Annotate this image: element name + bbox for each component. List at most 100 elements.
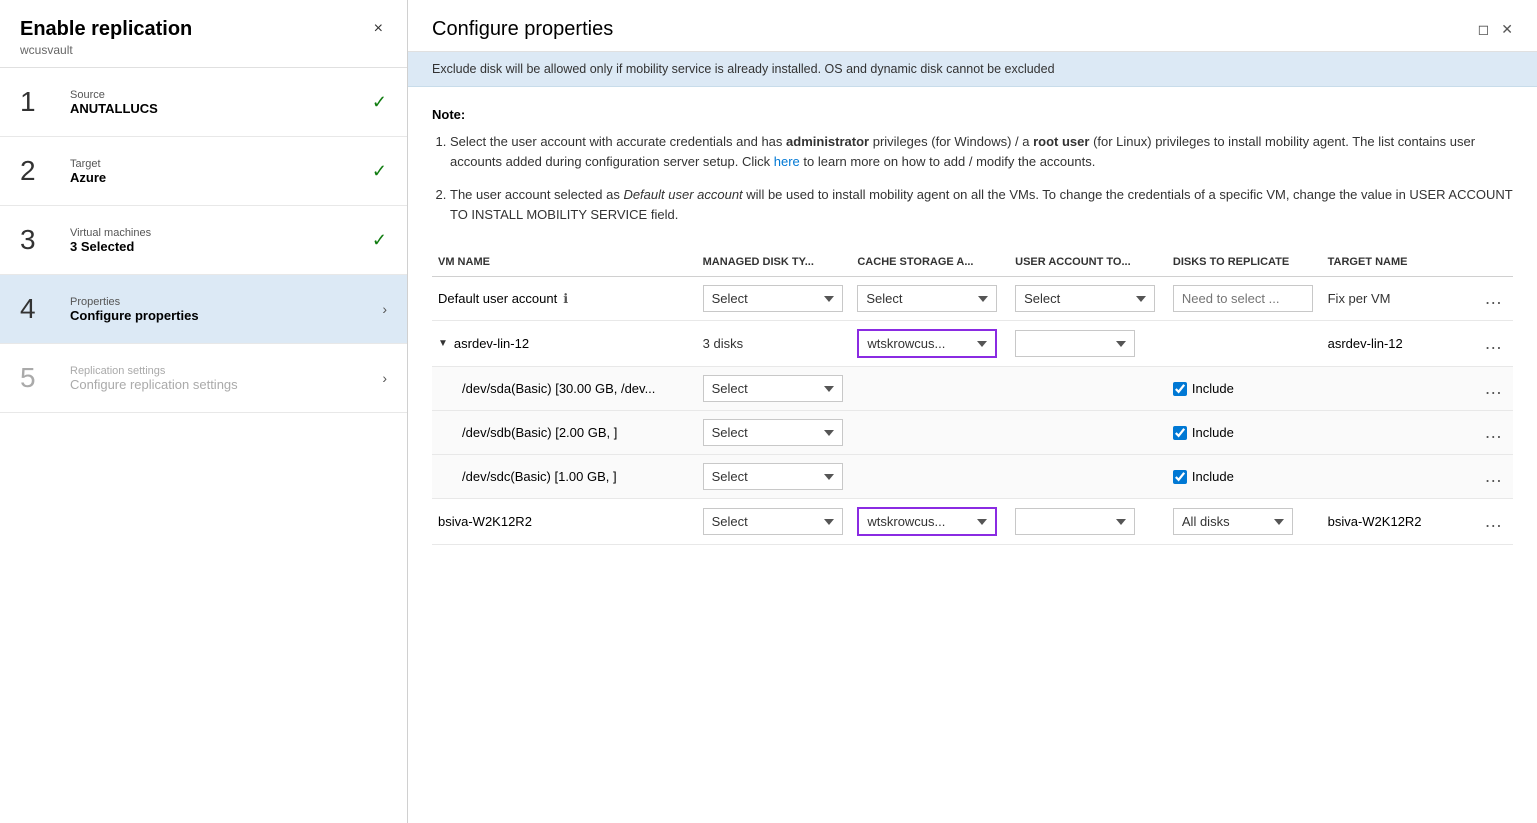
bsiva-cache-dropdown[interactable]: wtskrowcus... <box>857 507 997 536</box>
note-title: Note: <box>432 107 1513 122</box>
step-1[interactable]: 1 Source ANUTALLUCS ✓ <box>0 68 407 137</box>
maximize-button[interactable]: ◻ <box>1478 21 1490 38</box>
default-cache-storage-dropdown[interactable]: Select <box>857 285 997 312</box>
default-dots-cell: … <box>1474 277 1513 321</box>
disk-sda-managed-dropdown[interactable]: Select <box>703 375 843 402</box>
disk-sdb-include-label: Include <box>1192 425 1234 440</box>
step-2-number: 2 <box>20 155 60 187</box>
default-managed-disk-dropdown[interactable]: Select <box>703 285 843 312</box>
disk-sda-label: /dev/sda(Basic) [30.00 GB, /dev... <box>462 381 655 396</box>
here-link[interactable]: here <box>774 154 800 169</box>
disk-sda-include-checkbox[interactable] <box>1173 382 1187 396</box>
disk-sdc-cache-cell <box>851 455 1009 499</box>
default-fix-per-vm-cell: Fix per VM <box>1322 277 1475 321</box>
step-4[interactable]: 4 Properties Configure properties › <box>0 275 407 344</box>
bsiva-dots-button[interactable]: … <box>1480 511 1506 532</box>
disk-sda-dots-cell: … <box>1474 367 1513 411</box>
default-user-account-dropdown[interactable]: Select <box>1015 285 1155 312</box>
disk-sdc-dots-button[interactable]: … <box>1480 466 1506 487</box>
step-1-value: ANUTALLUCS <box>70 101 372 116</box>
th-target-name: TARGET NAME <box>1322 248 1475 277</box>
disk-sdb-dots-button[interactable]: … <box>1480 422 1506 443</box>
asrdev-lin-12-name-cell: ▼ asrdev-lin-12 <box>432 321 697 367</box>
asrdev-lin-12-cache-dropdown[interactable]: wtskrowcus... <box>857 329 997 358</box>
step-5-label: Replication settings <box>70 365 382 377</box>
step-2[interactable]: 2 Target Azure ✓ <box>0 137 407 206</box>
info-banner-text: Exclude disk will be allowed only if mob… <box>432 62 1055 76</box>
disk-sdb-row: /dev/sdb(Basic) [2.00 GB, ] Select Inclu… <box>432 411 1513 455</box>
step-3-label: Virtual machines <box>70 227 372 239</box>
asrdev-lin-12-target-name: asrdev-lin-12 <box>1328 336 1403 351</box>
step-2-check-icon: ✓ <box>372 161 387 182</box>
step-5[interactable]: 5 Replication settings Configure replica… <box>0 344 407 413</box>
disk-sdb-managed-dropdown[interactable]: Select <box>703 419 843 446</box>
asrdev-lin-12-label: asrdev-lin-12 <box>454 336 529 351</box>
bsiva-name-cell: bsiva-W2K12R2 <box>432 499 697 545</box>
step-2-value: Azure <box>70 170 372 185</box>
disk-sda-target-cell <box>1322 367 1475 411</box>
vm-bsiva-row: bsiva-W2K12R2 Select wtskrowcus... <box>432 499 1513 545</box>
disk-sdc-managed-dropdown[interactable]: Select <box>703 463 843 490</box>
bsiva-label: bsiva-W2K12R2 <box>438 514 532 529</box>
note-list: Select the user account with accurate cr… <box>432 132 1513 224</box>
right-panel: Configure properties ◻ ✕ Exclude disk wi… <box>408 0 1537 823</box>
disk-sdc-row: /dev/sdc(Basic) [1.00 GB, ] Select Inclu… <box>432 455 1513 499</box>
bsiva-all-disks-dropdown[interactable]: All disks <box>1173 508 1293 535</box>
default-user-row: Default user account ℹ Select Select <box>432 277 1513 321</box>
disk-sda-include-cell: Include <box>1167 367 1322 411</box>
disk-sda-cache-cell <box>851 367 1009 411</box>
left-panel-close-button[interactable]: × <box>370 18 387 40</box>
bsiva-disks-cell: All disks <box>1167 499 1322 545</box>
disk-sdb-target-cell <box>1322 411 1475 455</box>
step-4-label: Properties <box>70 296 382 308</box>
th-managed-disk: MANAGED DISK TY... <box>697 248 852 277</box>
step-5-chevron-icon: › <box>382 370 387 386</box>
step-2-info: Target Azure <box>70 158 372 185</box>
disk-sdb-managed-cell: Select <box>697 411 852 455</box>
disk-sda-dots-button[interactable]: … <box>1480 378 1506 399</box>
disk-sda-row: /dev/sda(Basic) [30.00 GB, /dev... Selec… <box>432 367 1513 411</box>
step-3-value: 3 Selected <box>70 239 372 254</box>
disk-sdc-managed-cell: Select <box>697 455 852 499</box>
info-icon: ℹ <box>563 291 568 307</box>
bsiva-user-cell <box>1009 499 1167 545</box>
disk-sdc-include-checkbox[interactable] <box>1173 470 1187 484</box>
right-header: Configure properties ◻ ✕ <box>408 0 1537 52</box>
fix-per-vm-text: Fix per VM <box>1328 291 1391 306</box>
bsiva-managed-cell: Select <box>697 499 852 545</box>
asrdev-lin-12-dots-button[interactable]: … <box>1480 333 1506 354</box>
th-actions <box>1474 248 1513 277</box>
asrdev-lin-12-disks-text: 3 disks <box>703 336 743 351</box>
content-area: Note: Select the user account with accur… <box>408 87 1537 823</box>
disk-sdb-include-checkbox[interactable] <box>1173 426 1187 440</box>
step-5-value: Configure replication settings <box>70 377 382 392</box>
bsiva-cache-cell: wtskrowcus... <box>851 499 1009 545</box>
step-3-check-icon: ✓ <box>372 230 387 251</box>
asrdev-lin-12-disks-cell <box>1167 321 1322 367</box>
default-dots-button[interactable]: … <box>1480 288 1506 309</box>
step-4-value: Configure properties <box>70 308 382 323</box>
panel-title: Enable replication <box>20 18 192 41</box>
disk-sda-include-label: Include <box>1192 381 1234 396</box>
disk-sdc-target-cell <box>1322 455 1475 499</box>
asrdev-lin-12-cache-cell: wtskrowcus... <box>851 321 1009 367</box>
step-3[interactable]: 3 Virtual machines 3 Selected ✓ <box>0 206 407 275</box>
th-user-account: USER ACCOUNT TO... <box>1009 248 1167 277</box>
th-vm-name: VM NAME <box>432 248 697 277</box>
step-1-label: Source <box>70 89 372 101</box>
asrdev-lin-12-user-dropdown[interactable] <box>1015 330 1135 357</box>
step-4-number: 4 <box>20 293 60 325</box>
default-need-to-select-input[interactable] <box>1173 285 1313 312</box>
right-panel-close-button[interactable]: ✕ <box>1501 21 1513 38</box>
disk-sdc-user-cell <box>1009 455 1167 499</box>
default-user-label: Default user account <box>438 291 557 306</box>
bsiva-user-dropdown[interactable] <box>1015 508 1135 535</box>
step-1-check-icon: ✓ <box>372 92 387 113</box>
steps-list: 1 Source ANUTALLUCS ✓ 2 Target Azure ✓ 3… <box>0 68 407 413</box>
disk-sdb-label: /dev/sdb(Basic) [2.00 GB, ] <box>462 425 617 440</box>
asrdev-lin-12-managed-cell: 3 disks <box>697 321 852 367</box>
disk-sda-name-cell: /dev/sda(Basic) [30.00 GB, /dev... <box>432 367 697 411</box>
bsiva-managed-dropdown[interactable]: Select <box>703 508 843 535</box>
asrdev-lin-12-user-cell <box>1009 321 1167 367</box>
step-3-info: Virtual machines 3 Selected <box>70 227 372 254</box>
